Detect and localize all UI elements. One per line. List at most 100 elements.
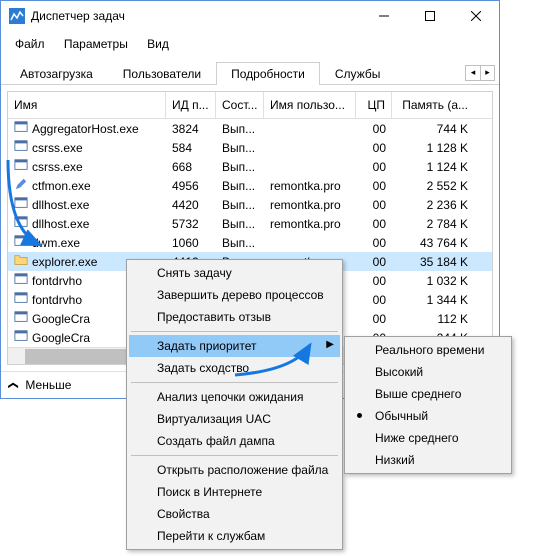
app-icon <box>9 8 25 24</box>
cell-pid: 4956 <box>166 179 216 193</box>
table-row[interactable]: ctfmon.exe4956Вып...remontka.pro002 552 … <box>8 176 492 195</box>
ctx-open-location[interactable]: Открыть расположение файла <box>129 459 340 481</box>
cell-status: Вып... <box>216 198 264 212</box>
header-name[interactable]: Имя <box>8 92 166 118</box>
process-name: csrss.exe <box>32 141 83 155</box>
cell-user: remontka.pro <box>264 217 356 231</box>
ctx-separator <box>131 382 338 383</box>
table-row[interactable]: csrss.exe668Вып...001 124 K <box>8 157 492 176</box>
ctx-set-priority[interactable]: Задать приоритет▶ <box>129 335 340 357</box>
ctx-properties[interactable]: Свойства <box>129 503 340 525</box>
cell-name: dllhost.exe <box>8 196 166 213</box>
process-name: GoogleCra <box>32 312 90 326</box>
header-pid[interactable]: ИД п... <box>166 92 216 118</box>
cell-status: Вып... <box>216 160 264 174</box>
cell-name: AggregatorHost.exe <box>8 120 166 137</box>
process-icon <box>14 177 28 194</box>
tab-autostart[interactable]: Автозагрузка <box>5 62 108 85</box>
cell-pid: 668 <box>166 160 216 174</box>
cell-mem: 43 764 K <box>392 236 474 250</box>
cell-user: remontka.pro <box>264 198 356 212</box>
cell-cpu: 00 <box>356 255 392 269</box>
cell-pid: 1060 <box>166 236 216 250</box>
chevron-up-icon: ❮ <box>8 381 19 389</box>
table-row[interactable]: dwm.exe1060Вып...0043 764 K <box>8 233 492 252</box>
ctx-end-task[interactable]: Снять задачу <box>129 262 340 284</box>
tab-scroll-right[interactable]: ▸ <box>480 66 494 80</box>
tab-services[interactable]: Службы <box>320 62 395 85</box>
ctx-set-priority-label: Задать приоритет <box>157 339 256 353</box>
tab-scroll-arrows: ◂ ▸ <box>465 65 495 81</box>
ctx-uac-virtualization[interactable]: Виртуализация UAC <box>129 408 340 430</box>
process-name: ctfmon.exe <box>32 179 91 193</box>
tab-details[interactable]: Подробности <box>216 62 320 85</box>
ctx-end-tree[interactable]: Завершить дерево процессов <box>129 284 340 306</box>
minimize-button[interactable] <box>361 1 407 31</box>
table-row[interactable]: AggregatorHost.exe3824Вып...00744 K <box>8 119 492 138</box>
tab-users[interactable]: Пользователи <box>108 62 216 85</box>
window-title: Диспетчер задач <box>31 9 361 23</box>
ctx-goto-services[interactable]: Перейти к службам <box>129 525 340 547</box>
cell-cpu: 00 <box>356 236 392 250</box>
column-headers: Имя ИД п... Сост... Имя пользо... ЦП Пам… <box>8 92 492 119</box>
process-icon <box>14 234 28 251</box>
process-icon <box>14 272 28 289</box>
process-name: explorer.exe <box>32 255 97 269</box>
process-name: GoogleCra <box>32 331 90 345</box>
cell-pid: 5732 <box>166 217 216 231</box>
process-name: dllhost.exe <box>32 217 89 231</box>
ctx-set-affinity[interactable]: Задать сходство <box>129 357 340 379</box>
cell-pid: 584 <box>166 141 216 155</box>
cell-name: dllhost.exe <box>8 215 166 232</box>
cell-cpu: 00 <box>356 293 392 307</box>
process-icon <box>14 253 28 270</box>
table-row[interactable]: dllhost.exe4420Вып...remontka.pro002 236… <box>8 195 492 214</box>
cell-name: csrss.exe <box>8 158 166 175</box>
cell-cpu: 00 <box>356 160 392 174</box>
ctx-create-dump[interactable]: Создать файл дампа <box>129 430 340 452</box>
ctx-feedback[interactable]: Предоставить отзыв <box>129 306 340 328</box>
ctx-search-online[interactable]: Поиск в Интернете <box>129 481 340 503</box>
cell-cpu: 00 <box>356 141 392 155</box>
cell-name: dwm.exe <box>8 234 166 251</box>
process-icon <box>14 158 28 175</box>
header-user[interactable]: Имя пользо... <box>264 92 356 118</box>
process-icon <box>14 215 28 232</box>
close-button[interactable] <box>453 1 499 31</box>
priority-realtime[interactable]: Реального времени <box>347 339 509 361</box>
cell-mem: 112 K <box>392 312 474 326</box>
cell-mem: 1 032 K <box>392 274 474 288</box>
priority-above-normal[interactable]: Выше среднего <box>347 383 509 405</box>
process-icon <box>14 291 28 308</box>
table-row[interactable]: csrss.exe584Вып...001 128 K <box>8 138 492 157</box>
context-menu: Снять задачу Завершить дерево процессов … <box>126 259 343 550</box>
fewer-details-button[interactable]: Меньше <box>25 378 71 392</box>
priority-below-normal[interactable]: Ниже среднего <box>347 427 509 449</box>
tab-scroll-left[interactable]: ◂ <box>466 66 480 80</box>
header-mem[interactable]: Память (а... <box>392 92 474 118</box>
header-cpu[interactable]: ЦП <box>356 92 392 118</box>
cell-cpu: 00 <box>356 312 392 326</box>
priority-normal[interactable]: Обычный <box>347 405 509 427</box>
cell-cpu: 00 <box>356 217 392 231</box>
cell-cpu: 00 <box>356 122 392 136</box>
priority-low[interactable]: Низкий <box>347 449 509 471</box>
maximize-button[interactable] <box>407 1 453 31</box>
cell-status: Вып... <box>216 141 264 155</box>
header-status[interactable]: Сост... <box>216 92 264 118</box>
table-row[interactable]: dllhost.exe5732Вып...remontka.pro002 784… <box>8 214 492 233</box>
menu-view[interactable]: Вид <box>139 33 177 55</box>
priority-submenu: Реального времени Высокий Выше среднего … <box>344 336 512 474</box>
cell-name: csrss.exe <box>8 139 166 156</box>
cell-user: remontka.pro <box>264 179 356 193</box>
titlebar: Диспетчер задач <box>1 1 499 31</box>
process-name: fontdrvho <box>32 293 82 307</box>
cell-cpu: 00 <box>356 274 392 288</box>
ctx-wait-chain[interactable]: Анализ цепочки ожидания <box>129 386 340 408</box>
cell-pid: 3824 <box>166 122 216 136</box>
menu-params[interactable]: Параметры <box>56 33 136 55</box>
priority-high[interactable]: Высокий <box>347 361 509 383</box>
menu-file[interactable]: Файл <box>7 33 53 55</box>
tabs: Автозагрузка Пользователи Подробности Сл… <box>1 57 499 85</box>
cell-mem: 35 184 K <box>392 255 474 269</box>
